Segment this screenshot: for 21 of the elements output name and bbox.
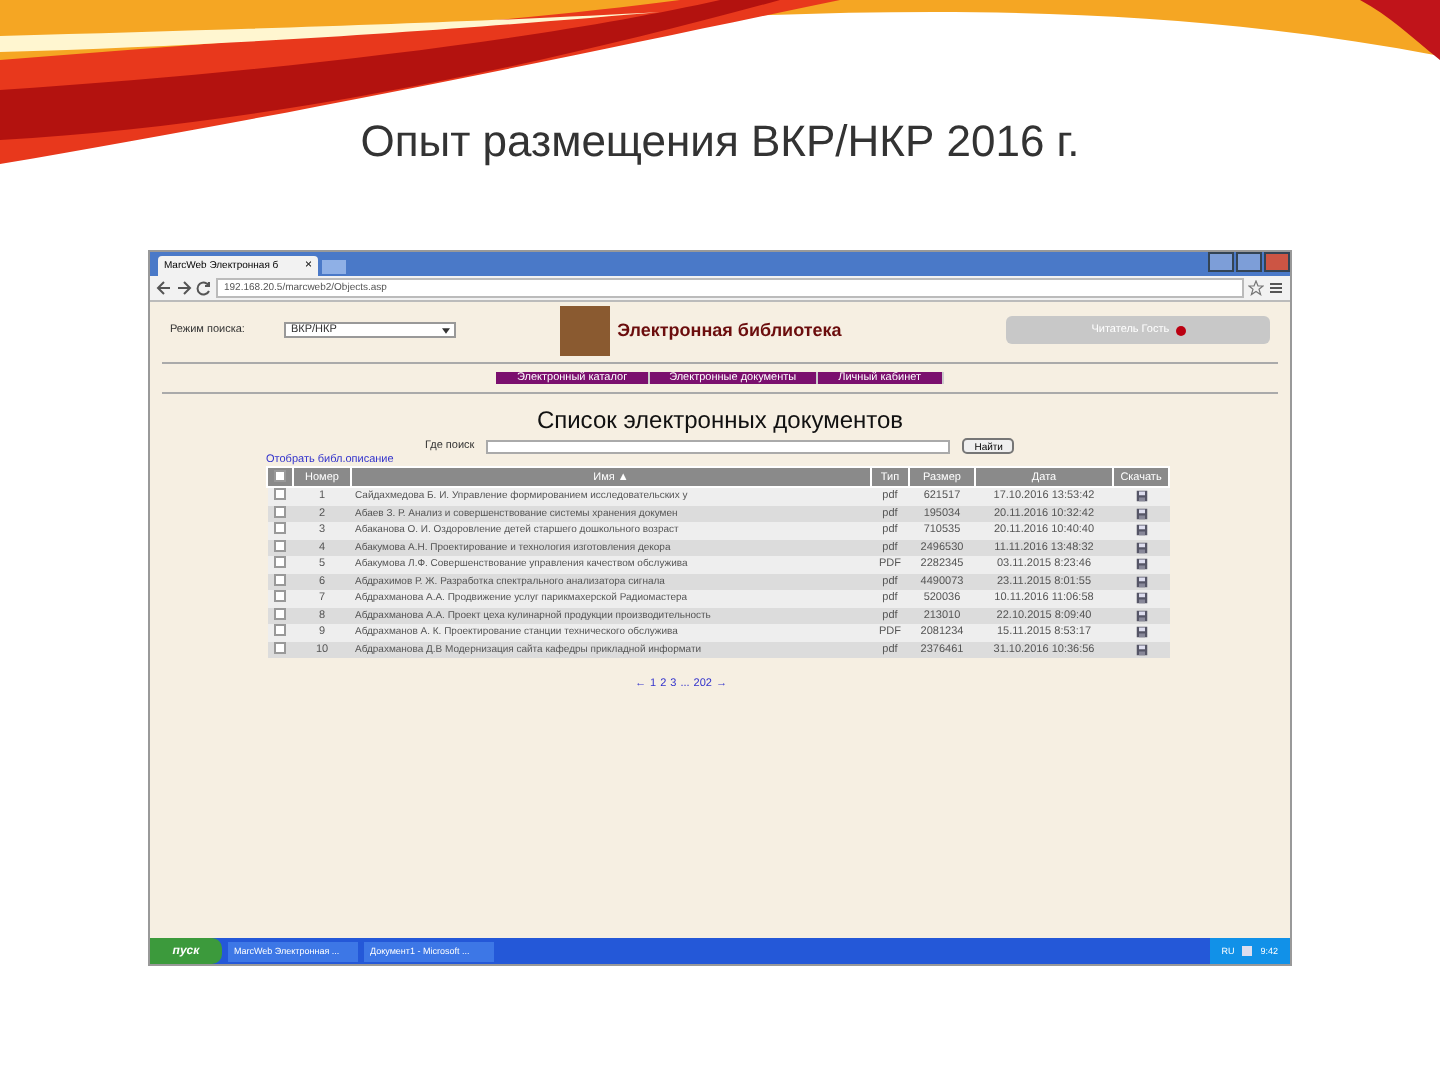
slide-title: Опыт размещения ВКР/НКР 2016 г. bbox=[360, 116, 1080, 168]
back-icon[interactable] bbox=[156, 280, 172, 296]
menu-icon[interactable] bbox=[1268, 280, 1284, 296]
row-checkbox[interactable] bbox=[274, 590, 286, 603]
tray-icon bbox=[1242, 946, 1253, 956]
row-checkbox[interactable] bbox=[274, 522, 286, 535]
row-checkbox[interactable] bbox=[274, 488, 286, 501]
reload-icon[interactable] bbox=[196, 280, 212, 296]
row-checkbox[interactable] bbox=[274, 624, 286, 637]
page-heading: Список электронных документов bbox=[534, 406, 906, 434]
maximize-icon[interactable] bbox=[1236, 252, 1262, 272]
exit-icon bbox=[1175, 325, 1186, 335]
dropdown-arrow-icon bbox=[442, 327, 451, 333]
site-title: Электронная библиотека bbox=[617, 320, 842, 340]
select-all-checkbox[interactable] bbox=[274, 469, 286, 481]
search-field[interactable] bbox=[486, 439, 951, 453]
books-photo-placeholder bbox=[559, 305, 610, 355]
minimize-icon[interactable] bbox=[1208, 252, 1234, 272]
forward-icon[interactable] bbox=[176, 280, 192, 296]
star-icon[interactable] bbox=[1248, 280, 1264, 296]
row-checkbox[interactable] bbox=[274, 556, 286, 569]
